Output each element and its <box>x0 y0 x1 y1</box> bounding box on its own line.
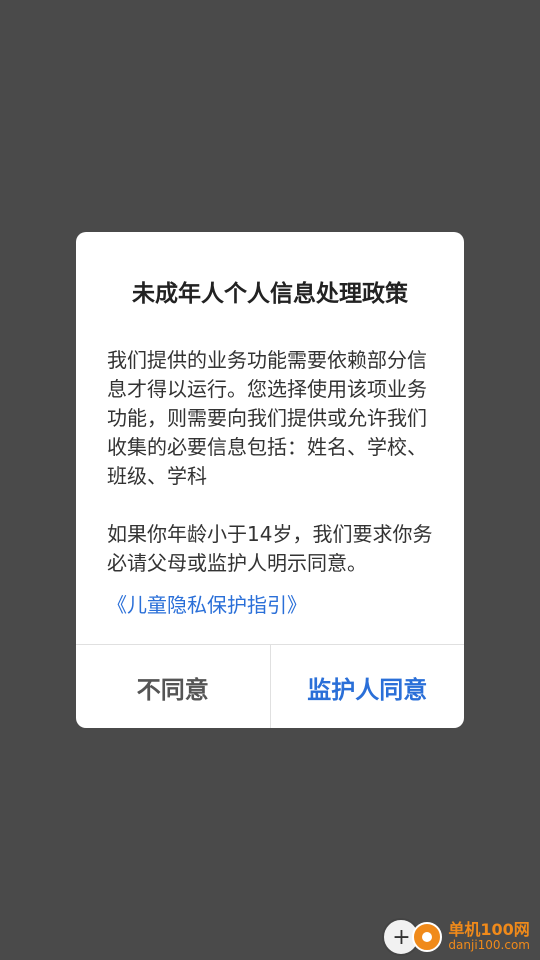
orange-dot-icon <box>412 922 443 952</box>
watermark: + 单机100网 danji100.com <box>382 918 530 956</box>
privacy-policy-dialog: 未成年人个人信息处理政策 我们提供的业务功能需要依赖部分信息才得以运行。您选择使… <box>76 232 464 728</box>
dialog-body: 我们提供的业务功能需要依赖部分信息才得以运行。您选择使用该项业务功能，则需要向我… <box>107 346 437 620</box>
policy-paragraph-2: 如果你年龄小于14岁，我们要求你务必请父母或监护人明示同意。 <box>107 522 433 575</box>
dialog-title: 未成年人个人信息处理政策 <box>132 281 408 307</box>
disagree-button[interactable]: 不同意 <box>76 645 271 728</box>
policy-paragraph-1: 我们提供的业务功能需要依赖部分信息才得以运行。您选择使用该项业务功能，则需要向我… <box>107 348 427 488</box>
watermark-text: 单机100网 danji100.com <box>448 920 530 953</box>
dialog-button-row: 不同意 监护人同意 <box>76 644 464 728</box>
watermark-brand: 单机100网 <box>448 920 530 940</box>
watermark-domain: danji100.com <box>448 938 530 953</box>
child-privacy-guide-link[interactable]: 《儿童隐私保护指引》 <box>107 591 437 620</box>
guardian-agree-button[interactable]: 监护人同意 <box>271 645 465 728</box>
